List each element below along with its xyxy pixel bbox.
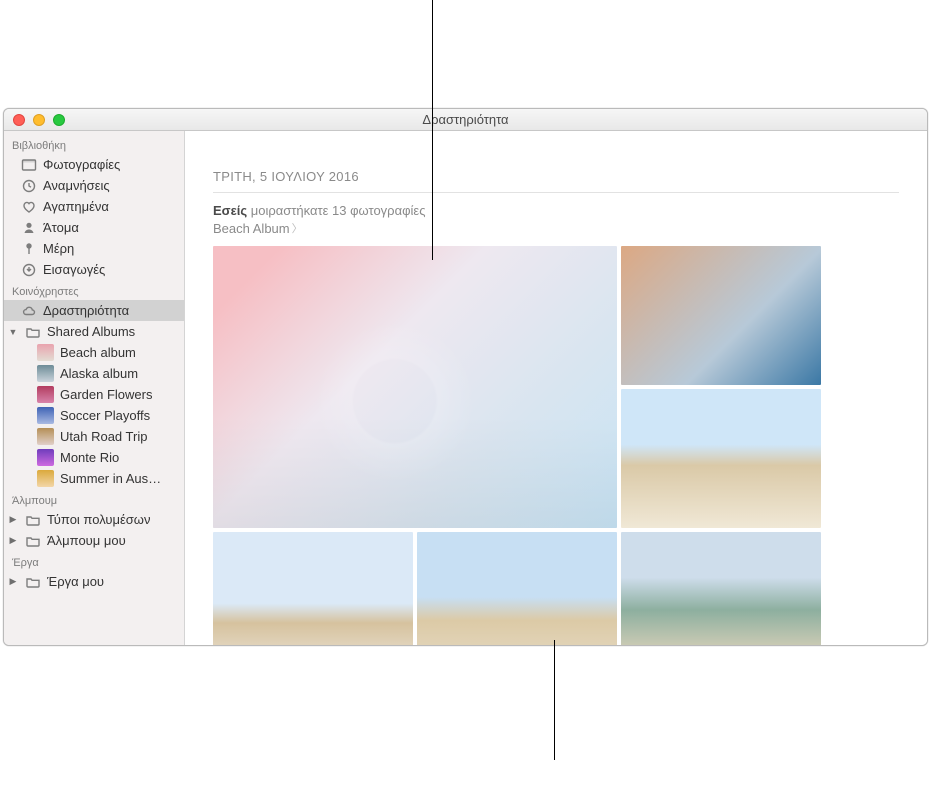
folder-icon xyxy=(25,512,41,528)
activity-text: μοιραστήκατε 13 φωτογραφίες xyxy=(247,203,425,218)
sidebar-item-label: Shared Albums xyxy=(47,324,135,339)
titlebar[interactable]: Δραστηριότητα xyxy=(4,109,927,131)
album-thumbnail xyxy=(37,386,54,403)
person-icon xyxy=(21,220,37,236)
sidebar-item-places[interactable]: Μέρη xyxy=(4,238,184,259)
sidebar-item-album-soccer[interactable]: Soccer Playoffs xyxy=(4,405,184,426)
close-button[interactable] xyxy=(13,114,25,126)
activity-actor: Εσείς xyxy=(213,203,247,218)
sidebar-item-photos[interactable]: Φωτογραφίες xyxy=(4,154,184,175)
activity-album-name: Beach Album xyxy=(213,221,290,236)
sidebar-header-projects: Έργα xyxy=(4,551,184,571)
clock-icon xyxy=(21,178,37,194)
sidebar-item-label: Beach album xyxy=(60,345,136,360)
sidebar-item-album-alaska[interactable]: Alaska album xyxy=(4,363,184,384)
folder-icon xyxy=(25,324,41,340)
content-area: ΤΡΙΤΗ, 5 ΙΟΥΛΙΟΥ 2016 Εσείς μοιραστήκατε… xyxy=(185,131,927,645)
sidebar-item-people[interactable]: Άτομα xyxy=(4,217,184,238)
album-thumbnail xyxy=(37,428,54,445)
cloud-icon xyxy=(21,303,37,319)
photo-tile[interactable] xyxy=(621,532,821,645)
sidebar-item-label: Monte Rio xyxy=(60,450,119,465)
sidebar-item-label: Soccer Playoffs xyxy=(60,408,150,423)
heart-icon xyxy=(21,199,37,215)
sidebar-item-label: Αγαπημένα xyxy=(43,199,109,214)
sidebar-item-memories[interactable]: Αναμνήσεις xyxy=(4,175,184,196)
callout-line-bottom xyxy=(554,640,555,760)
sidebar-item-activity[interactable]: Δραστηριότητα xyxy=(4,300,184,321)
callout-line-top xyxy=(432,0,433,260)
sidebar-item-album-monte-rio[interactable]: Monte Rio xyxy=(4,447,184,468)
chevron-down-icon[interactable]: ▼ xyxy=(7,326,19,338)
album-thumbnail xyxy=(37,470,54,487)
photo-tile[interactable] xyxy=(213,246,617,528)
sidebar-header-library: Βιβλιοθήκη xyxy=(4,134,184,154)
sidebar-item-my-albums[interactable]: ▶ Άλμπουμ μου xyxy=(4,530,184,551)
album-thumbnail xyxy=(37,407,54,424)
sidebar-item-label: Μέρη xyxy=(43,241,74,256)
sidebar-item-label: Άλμπουμ μου xyxy=(47,533,126,548)
pin-icon xyxy=(21,241,37,257)
sidebar-item-label: Summer in Aus… xyxy=(60,471,161,486)
import-icon xyxy=(21,262,37,278)
chevron-right-icon: 〉 xyxy=(292,220,303,236)
activity-description: Εσείς μοιραστήκατε 13 φωτογραφίες xyxy=(213,203,899,218)
sidebar-item-imports[interactable]: Εισαγωγές xyxy=(4,259,184,280)
sidebar-item-my-projects[interactable]: ▶ Έργα μου xyxy=(4,571,184,592)
traffic-lights xyxy=(4,114,65,126)
sidebar-item-shared-albums[interactable]: ▼ Shared Albums xyxy=(4,321,184,342)
album-thumbnail xyxy=(37,365,54,382)
sidebar-item-album-utah[interactable]: Utah Road Trip xyxy=(4,426,184,447)
sidebar-item-favorites[interactable]: Αγαπημένα xyxy=(4,196,184,217)
album-thumbnail xyxy=(37,344,54,361)
window-body: Βιβλιοθήκη Φωτογραφίες Αναμνήσεις Αγαπημ… xyxy=(4,131,927,645)
sidebar-item-label: Έργα μου xyxy=(47,574,104,589)
photo-tile[interactable] xyxy=(621,246,821,385)
minimize-button[interactable] xyxy=(33,114,45,126)
sidebar-item-album-beach[interactable]: Beach album xyxy=(4,342,184,363)
sidebar-item-label: Αναμνήσεις xyxy=(43,178,110,193)
sidebar-item-label: Δραστηριότητα xyxy=(43,303,129,318)
activity-album-link[interactable]: Beach Album 〉 xyxy=(213,220,303,236)
photo-tile[interactable] xyxy=(417,532,617,645)
sidebar-header-albums: Άλμπουμ xyxy=(4,489,184,509)
app-window: Δραστηριότητα Βιβλιοθήκη Φωτογραφίες Ανα… xyxy=(3,108,928,646)
sidebar-item-label: Εισαγωγές xyxy=(43,262,105,277)
photos-icon xyxy=(21,157,37,173)
folder-icon xyxy=(25,533,41,549)
sidebar: Βιβλιοθήκη Φωτογραφίες Αναμνήσεις Αγαπημ… xyxy=(4,131,185,645)
fullscreen-button[interactable] xyxy=(53,114,65,126)
chevron-right-icon[interactable]: ▶ xyxy=(7,514,19,526)
chevron-right-icon[interactable]: ▶ xyxy=(7,576,19,588)
sidebar-item-label: Alaska album xyxy=(60,366,138,381)
sidebar-item-album-summer[interactable]: Summer in Aus… xyxy=(4,468,184,489)
sidebar-item-label: Garden Flowers xyxy=(60,387,152,402)
window-title: Δραστηριότητα xyxy=(4,112,927,127)
folder-icon xyxy=(25,574,41,590)
activity-date: ΤΡΙΤΗ, 5 ΙΟΥΛΙΟΥ 2016 xyxy=(213,169,899,184)
chevron-right-icon[interactable]: ▶ xyxy=(7,535,19,547)
sidebar-item-label: Τύποι πολυμέσων xyxy=(47,512,150,527)
sidebar-item-album-garden[interactable]: Garden Flowers xyxy=(4,384,184,405)
sidebar-item-media-types[interactable]: ▶ Τύποι πολυμέσων xyxy=(4,509,184,530)
sidebar-item-label: Άτομα xyxy=(43,220,79,235)
album-thumbnail xyxy=(37,449,54,466)
sidebar-item-label: Utah Road Trip xyxy=(60,429,147,444)
photo-tile[interactable] xyxy=(213,532,413,645)
divider xyxy=(213,192,899,193)
sidebar-header-shared: Κοινόχρηστες xyxy=(4,280,184,300)
sidebar-item-label: Φωτογραφίες xyxy=(43,157,120,172)
photo-tile[interactable] xyxy=(621,389,821,528)
photo-grid xyxy=(213,246,821,645)
